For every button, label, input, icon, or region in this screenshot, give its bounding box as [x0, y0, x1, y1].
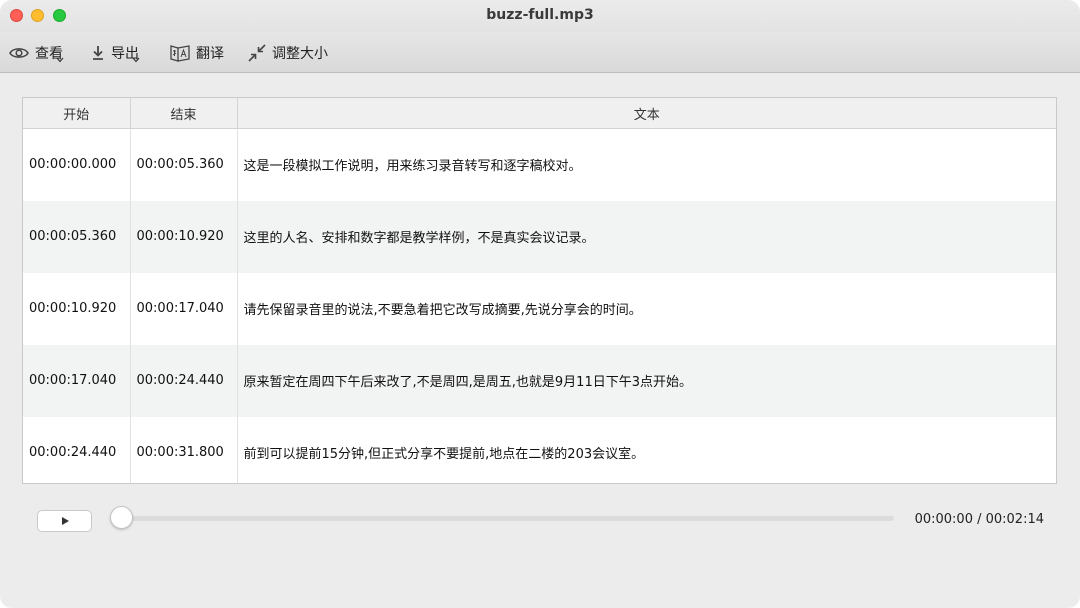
chevron-down-icon: [132, 57, 140, 63]
text-cell[interactable]: 这是一段模拟工作说明，用来练习录音转写和逐字稿校对。: [237, 128, 1056, 201]
translate-label: 翻译: [196, 46, 224, 62]
text-cell[interactable]: 前到可以提前15分钟,但正式分享不要提前,地点在二楼的203会议室。: [237, 416, 1056, 483]
window-title: buzz-full.mp3: [486, 7, 594, 23]
table-row[interactable]: 00:00:05.360 00:00:10.920 这里的人名、安排和数字都是教…: [23, 200, 1056, 273]
export-menu-button[interactable]: 导出: [91, 41, 140, 65]
app-window: buzz-full.mp3 查看 导出 翻译 调整大小 开始 结束 文本 00:…: [0, 0, 1080, 608]
start-time-cell[interactable]: 00:00:05.360: [23, 200, 131, 273]
end-time-cell[interactable]: 00:00:05.360: [130, 128, 238, 201]
column-header-end[interactable]: 结束: [130, 98, 238, 129]
view-menu-button[interactable]: 查看: [9, 41, 64, 65]
end-time-cell[interactable]: 00:00:24.440: [130, 344, 238, 417]
text-cell[interactable]: 原来暂定在周四下午后来改了,不是周四,是周五,也就是9月11日下午3点开始。: [237, 344, 1056, 417]
table-header-row: 开始 结束 文本: [23, 98, 1056, 129]
translate-button[interactable]: 翻译: [170, 41, 224, 65]
resize-icon: [248, 44, 266, 62]
end-time-cell[interactable]: 00:00:17.040: [130, 272, 238, 345]
column-header-start[interactable]: 开始: [23, 98, 131, 129]
play-icon: [61, 517, 69, 525]
start-time-cell[interactable]: 00:00:17.040: [23, 344, 131, 417]
table-row[interactable]: 00:00:17.040 00:00:24.440 原来暂定在周四下午后来改了,…: [23, 344, 1056, 417]
text-cell[interactable]: 请先保留录音里的说法,不要急着把它改写成摘要,先说分享会的时间。: [237, 272, 1056, 345]
time-readout: 00:00:00 / 00:02:14: [914, 512, 1044, 527]
resize-button[interactable]: 调整大小: [248, 41, 328, 65]
start-time-cell[interactable]: 00:00:00.000: [23, 128, 131, 201]
play-button[interactable]: [37, 510, 92, 532]
start-time-cell[interactable]: 00:00:24.440: [23, 416, 131, 483]
toolbar: 查看 导出 翻译 调整大小: [0, 32, 1080, 73]
download-icon: [93, 46, 103, 60]
playback-slider-track[interactable]: [112, 516, 894, 521]
transcript-table[interactable]: 开始 结束 文本 00:00:00.000 00:00:05.360 这是一段模…: [22, 97, 1057, 484]
translate-icon: [170, 45, 190, 62]
table-row[interactable]: 00:00:24.440 00:00:31.800 前到可以提前15分钟,但正式…: [23, 416, 1056, 483]
table-row[interactable]: 00:00:10.920 00:00:17.040 请先保留录音里的说法,不要急…: [23, 272, 1056, 345]
end-time-cell[interactable]: 00:00:10.920: [130, 200, 238, 273]
title-bar[interactable]: buzz-full.mp3: [0, 0, 1080, 32]
column-header-text[interactable]: 文本: [237, 98, 1056, 129]
eye-icon: [9, 48, 29, 58]
end-time-cell[interactable]: 00:00:31.800: [130, 416, 238, 483]
text-cell[interactable]: 这里的人名、安排和数字都是教学样例，不是真实会议记录。: [237, 200, 1056, 273]
table-row[interactable]: 00:00:00.000 00:00:05.360 这是一段模拟工作说明，用来练…: [23, 128, 1056, 201]
resize-label: 调整大小: [272, 46, 328, 62]
playback-slider-knob[interactable]: [110, 506, 133, 529]
chevron-down-icon: [56, 57, 64, 63]
start-time-cell[interactable]: 00:00:10.920: [23, 272, 131, 345]
